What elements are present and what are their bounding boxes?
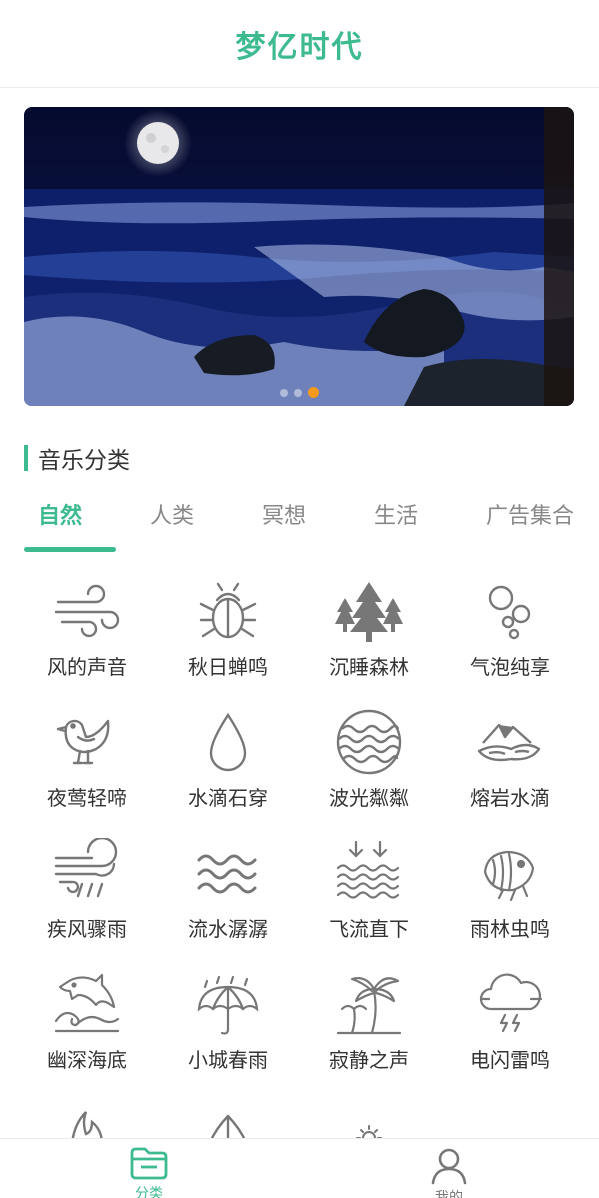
sun-icon (356, 1125, 382, 1142)
palm-tree-icon (336, 977, 402, 1035)
sound-label: 气泡纯享 (470, 655, 550, 679)
wind-icon (54, 584, 120, 638)
tab-ads[interactable]: 广告集合 (486, 498, 574, 530)
sound-item-spring-rain[interactable]: 小城春雨 (157, 955, 299, 1086)
flowing-water-icon (197, 854, 257, 894)
forest-icon (335, 582, 403, 642)
tab-nature[interactable]: 自然 (38, 498, 82, 530)
sound-item-silence[interactable]: 寂静之声 (298, 955, 440, 1086)
carousel-dot[interactable] (279, 388, 288, 397)
carousel-dot-active[interactable] (307, 387, 319, 398)
sound-grid: 风的声音 秋日蝉鸣 沉睡森林 气泡纯享 夜莺轻啼 水滴石穿 波光粼粼 熔岩水滴 … (0, 562, 599, 1142)
sound-label: 电闪雷鸣 (470, 1048, 550, 1072)
wind-rain-icon (54, 838, 118, 898)
sound-item-water-drop[interactable]: 水滴石穿 (157, 693, 299, 824)
user-icon (431, 1148, 467, 1185)
sound-item-bubbles[interactable]: 气泡纯享 (439, 562, 581, 693)
bubbles-icon (488, 585, 531, 640)
carousel-indicator (24, 387, 574, 398)
sound-item-sparkling-waves[interactable]: 波光粼粼 (298, 693, 440, 824)
waterfall-icon (336, 840, 400, 899)
category-tabs: 自然 人类 冥想 生活 广告集合 (0, 490, 599, 552)
sound-label: 流水潺潺 (188, 917, 268, 941)
sound-item-nightingale[interactable]: 夜莺轻啼 (16, 693, 158, 824)
sound-item-cicada[interactable]: 秋日蝉鸣 (157, 562, 299, 693)
folder-icon (130, 1147, 168, 1180)
sound-label: 沉睡森林 (329, 655, 409, 679)
app-header: 梦亿时代 (0, 0, 599, 88)
sound-item-lava[interactable]: 熔岩水滴 (439, 693, 581, 824)
sound-label: 水滴石穿 (188, 786, 268, 810)
section-title: 音乐分类 (38, 448, 130, 474)
sound-label: 风的声音 (47, 655, 127, 679)
sound-item-thunder[interactable]: 电闪雷鸣 (439, 955, 581, 1086)
sound-label: 波光粼粼 (329, 786, 409, 810)
sound-label: 幽深海底 (47, 1048, 127, 1072)
bottom-nav: 分类 我的 (0, 1138, 599, 1198)
nav-category[interactable]: 分类 (109, 1145, 189, 1198)
cicada-icon (199, 582, 257, 639)
tab-life[interactable]: 生活 (374, 498, 418, 530)
banner-carousel[interactable] (24, 107, 574, 406)
sound-label: 寂静之声 (329, 1048, 409, 1072)
water-drop-icon (209, 712, 247, 772)
sound-label: 熔岩水滴 (470, 786, 550, 810)
fire-icon (71, 1111, 104, 1142)
thunder-cloud-icon (479, 973, 543, 1033)
leaf-icon (208, 1114, 248, 1142)
sound-item-deep-sea[interactable]: 幽深海底 (16, 955, 158, 1086)
sound-label: 疾风骤雨 (47, 917, 127, 941)
sound-label: 小城春雨 (188, 1048, 268, 1072)
nav-profile[interactable]: 我的 (409, 1145, 489, 1198)
sound-item-rainforest-insects[interactable]: 雨林虫鸣 (439, 824, 581, 955)
banner-image (24, 107, 574, 406)
tab-meditation[interactable]: 冥想 (262, 498, 306, 530)
sound-label: 夜莺轻啼 (47, 786, 127, 810)
section-header: 音乐分类 (24, 443, 130, 474)
lava-icon (477, 723, 541, 762)
nav-category-label: 分类 (135, 1186, 163, 1198)
carousel-dot[interactable] (293, 388, 302, 397)
sound-item-sun[interactable] (298, 1086, 440, 1142)
sound-label: 飞流直下 (329, 917, 409, 941)
active-tab-underline (24, 547, 116, 552)
sound-item-leaf[interactable] (157, 1086, 299, 1142)
sound-item-forest[interactable]: 沉睡森林 (298, 562, 440, 693)
sound-item-flowing-water[interactable]: 流水潺潺 (157, 824, 299, 955)
sound-item-wind[interactable]: 风的声音 (16, 562, 158, 693)
sound-item-fire[interactable] (16, 1086, 158, 1142)
nightingale-icon (56, 719, 110, 765)
section-accent-bar (24, 445, 28, 471)
wavy-sphere-icon (336, 709, 402, 775)
nav-profile-label: 我的 (435, 1190, 463, 1198)
sound-item-wind-rain[interactable]: 疾风骤雨 (16, 824, 158, 955)
sound-label: 秋日蝉鸣 (188, 655, 268, 679)
sound-item-waterfall[interactable]: 飞流直下 (298, 824, 440, 955)
sound-label: 雨林虫鸣 (470, 917, 550, 941)
tab-human[interactable]: 人类 (150, 498, 194, 530)
app-title: 梦亿时代 (235, 29, 364, 65)
dolphin-icon (54, 973, 120, 1033)
insect-icon (483, 850, 535, 902)
umbrella-icon (197, 975, 259, 1035)
